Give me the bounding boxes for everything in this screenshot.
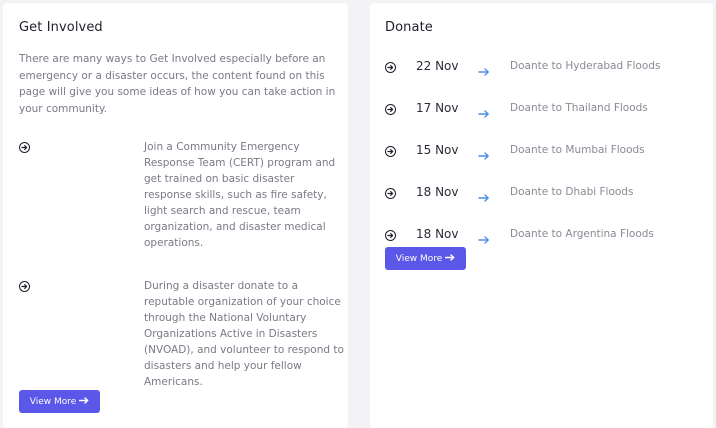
long-arrow-right-icon xyxy=(445,253,455,264)
circle-arrow-right-icon xyxy=(19,281,30,292)
circle-arrow-right-icon xyxy=(385,104,396,115)
donation-date: 18 Nov xyxy=(416,227,459,241)
donate-title: Donate xyxy=(385,20,433,35)
donation-item[interactable]: 17 Nov Doante to Thailand Floods xyxy=(370,100,713,120)
donation-link[interactable]: Doante to Hyderabad Floods xyxy=(510,60,660,72)
donation-date: 15 Nov xyxy=(416,143,459,157)
donation-link[interactable]: Doante to Mumbai Floods xyxy=(510,144,645,156)
circle-arrow-right-icon xyxy=(385,62,396,73)
arrow-right-icon xyxy=(478,188,490,202)
get-involved-title: Get Involved xyxy=(19,20,103,35)
donate-card: Donate 22 Nov Doante to Hyderabad Floods… xyxy=(370,3,713,428)
arrow-right-icon xyxy=(478,104,490,118)
arrow-right-icon xyxy=(478,146,490,160)
list-item-text: Join a Community Emergency Response Team… xyxy=(144,141,336,249)
long-arrow-right-icon xyxy=(79,396,89,407)
view-more-label: View More xyxy=(29,396,77,407)
donation-item[interactable]: 22 Nov Doante to Hyderabad Floods xyxy=(370,58,713,78)
get-involved-card: Get Involved There are many ways to Get … xyxy=(3,3,348,428)
donation-date: 22 Nov xyxy=(416,59,459,73)
donation-link[interactable]: Doante to Dhabi Floods xyxy=(510,186,633,198)
view-more-label: View More xyxy=(395,253,443,264)
arrow-right-icon xyxy=(478,230,490,244)
donation-item[interactable]: 18 Nov Doante to Dhabi Floods xyxy=(370,184,713,204)
get-involved-intro: There are many ways to Get Involved espe… xyxy=(19,53,336,115)
donation-date: 17 Nov xyxy=(416,101,459,115)
circle-arrow-right-icon xyxy=(385,146,396,157)
circle-arrow-right-icon xyxy=(19,142,30,153)
donation-link[interactable]: Doante to Argentina Floods xyxy=(510,228,654,240)
donation-item[interactable]: 15 Nov Doante to Mumbai Floods xyxy=(370,142,713,162)
list-item-text: During a disaster donate to a reputable … xyxy=(144,280,344,388)
circle-arrow-right-icon xyxy=(385,230,396,241)
view-more-button[interactable]: View More xyxy=(385,247,466,270)
arrow-right-icon xyxy=(478,62,490,76)
donation-item[interactable]: 18 Nov Doante to Argentina Floods xyxy=(370,226,713,246)
view-more-button[interactable]: View More xyxy=(19,390,100,413)
donation-link[interactable]: Doante to Thailand Floods xyxy=(510,102,648,114)
donation-date: 18 Nov xyxy=(416,185,459,199)
circle-arrow-right-icon xyxy=(385,188,396,199)
